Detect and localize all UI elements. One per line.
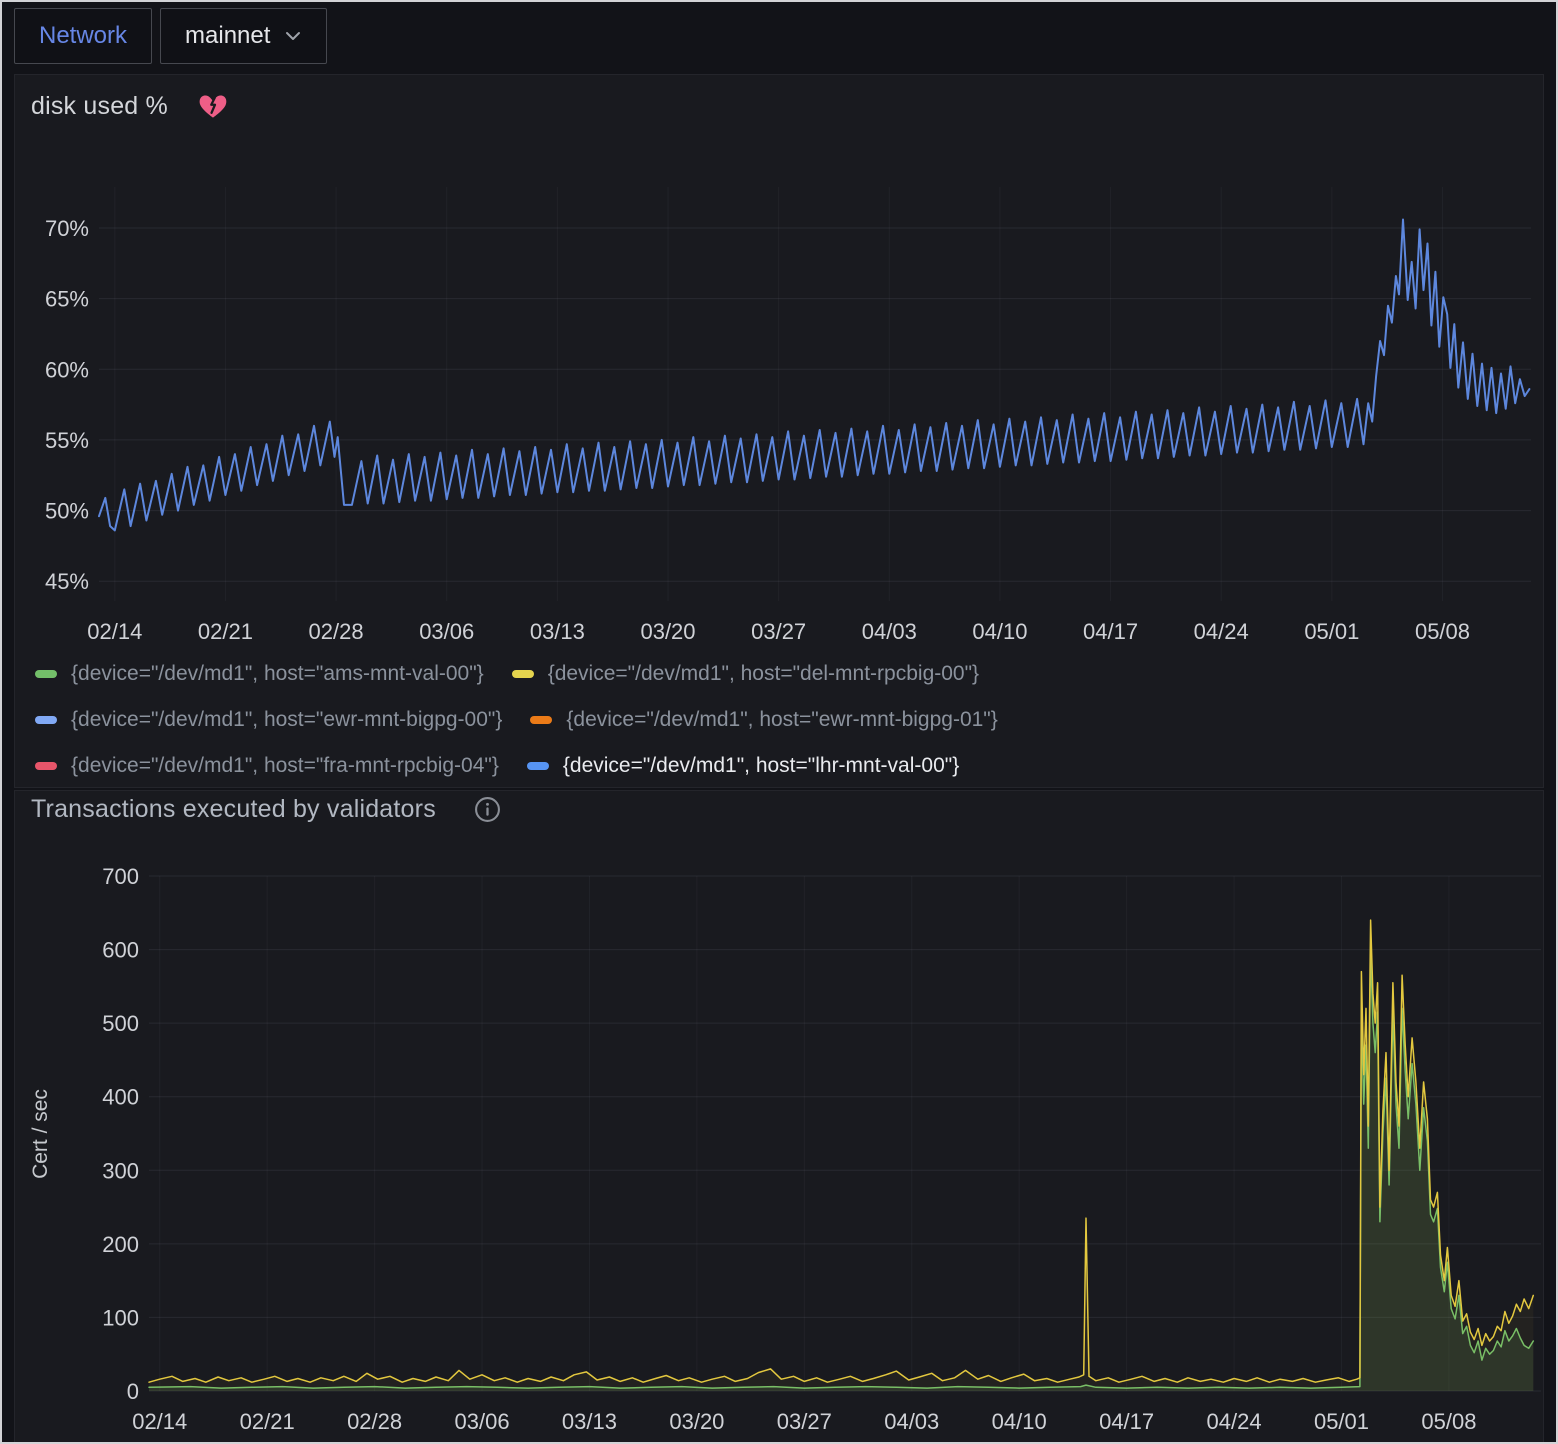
x-axis-tick-label: 04/17 [1083, 619, 1138, 644]
y-axis-tick-label: 600 [102, 938, 139, 963]
x-axis-tick-label: 04/10 [992, 1409, 1047, 1434]
legend-swatch [35, 670, 57, 678]
x-axis-tick-label: 04/03 [862, 619, 917, 644]
legend-item[interactable]: {device="/dev/md1", host="fra-mnt-rpcbig… [35, 754, 499, 778]
x-axis-tick-label: 04/24 [1194, 619, 1249, 644]
chevron-down-icon [284, 30, 302, 42]
panel-disk-used-header[interactable]: disk used % [31, 91, 228, 121]
legend-row: {device="/dev/md1", host="ams-mnt-val-00… [35, 651, 1026, 697]
x-axis-tick-label: 03/27 [777, 1409, 832, 1434]
panel-disk-used: disk used % 45% 50% 55% 60% 65% 70% 02/14 02/21… [14, 74, 1544, 788]
legend-label: {device="/dev/md1", host="lhr-mnt-val-00… [563, 754, 959, 778]
x-axis-tick-label: 04/10 [972, 619, 1027, 644]
x-axis-tick-label: 02/28 [309, 619, 364, 644]
panel-transactions-header[interactable]: Transactions executed by validators [31, 795, 501, 824]
y-axis-tick-label: 300 [102, 1158, 139, 1183]
x-axis-tick-label: 03/06 [419, 619, 474, 644]
info-circle-icon[interactable] [474, 796, 501, 823]
chart2-svg: 0 100 200 300 400 500 600 700 02/14 02/21 02/28 03/… [17, 856, 1545, 1443]
y-axis-tick-label: 70% [45, 216, 89, 241]
x-axis-tick-label: 03/13 [562, 1409, 617, 1434]
x-axis-tick-label: 04/24 [1207, 1409, 1262, 1434]
x-axis-tick-label: 03/20 [640, 619, 695, 644]
x-axis-tick-label: 03/20 [669, 1409, 724, 1434]
legend-label: {device="/dev/md1", host="ewr-mnt-bigpg-… [566, 708, 997, 732]
y-axis-tick-label: 0 [127, 1379, 139, 1404]
y-axis-tick-label: 100 [102, 1305, 139, 1330]
legend-label: {device="/dev/md1", host="ewr-mnt-bigpg-… [71, 708, 502, 732]
x-axis-tick-label: 03/13 [530, 619, 585, 644]
y-axis-tick-label: 45% [45, 569, 89, 594]
legend-label: {device="/dev/md1", host="ams-mnt-val-00… [71, 662, 484, 686]
x-axis-tick-label: 05/08 [1415, 619, 1470, 644]
legend-label: {device="/dev/md1", host="fra-mnt-rpcbig… [71, 754, 499, 778]
panel-title: disk used % [31, 92, 168, 121]
y-axis-tick-label: 700 [102, 864, 139, 889]
heart-break-icon [198, 91, 228, 121]
x-axis-tick-label: 05/01 [1314, 1409, 1369, 1434]
disk-used-chart[interactable]: 45% 50% 55% 60% 65% 70% 02/14 02/21 02/28 03/06 03… [17, 173, 1545, 650]
legend-swatch [527, 762, 549, 770]
series-line [149, 950, 1533, 1389]
legend-swatch [35, 762, 57, 770]
y-axis-tick-label: 200 [102, 1232, 139, 1257]
legend-swatch [530, 716, 552, 724]
legend-item[interactable]: {device="/dev/md1", host="del-mnt-rpcbig… [512, 662, 979, 686]
legend-item[interactable]: {device="/dev/md1", host="ams-mnt-val-00… [35, 662, 484, 686]
legend-item[interactable]: {device="/dev/md1", host="ewr-mnt-bigpg-… [530, 708, 997, 732]
legend-label: {device="/dev/md1", host="del-mnt-rpcbig… [548, 662, 979, 686]
network-variable-value: mainnet [185, 22, 270, 50]
x-axis-tick-label: 03/06 [455, 1409, 510, 1434]
transactions-chart[interactable]: 0 100 200 300 400 500 600 700 02/14 02/21 02/28 03/… [17, 856, 1545, 1444]
y-axis-tick-label: 65% [45, 287, 89, 312]
x-axis-tick-label: 05/08 [1421, 1409, 1476, 1434]
network-variable-dropdown[interactable]: mainnet [160, 8, 327, 64]
variable-controls: Network mainnet [14, 8, 327, 64]
panel-title: Transactions executed by validators [31, 795, 436, 824]
legend-swatch [35, 716, 57, 724]
y-axis-tick-label: 500 [102, 1011, 139, 1036]
x-axis-tick-label: 02/14 [87, 619, 142, 644]
disk-used-legend: {device="/dev/md1", host="ams-mnt-val-00… [35, 651, 1026, 789]
y-axis-tick-label: 55% [45, 428, 89, 453]
x-axis-tick-label: 04/03 [884, 1409, 939, 1434]
x-axis-tick-label: 02/14 [132, 1409, 187, 1434]
dashboard-screen: Network mainnet disk used % 45% 50% 55% 60%… [0, 0, 1558, 1444]
x-axis-tick-label: 02/21 [240, 1409, 295, 1434]
series-line [99, 220, 1529, 531]
x-axis-tick-label: 02/21 [198, 619, 253, 644]
y-axis-tick-label: 400 [102, 1085, 139, 1110]
legend-row: {device="/dev/md1", host="ewr-mnt-bigpg-… [35, 697, 1026, 743]
legend-swatch [512, 670, 534, 678]
legend-item[interactable]: {device="/dev/md1", host="ewr-mnt-bigpg-… [35, 708, 502, 732]
y-axis-title: Cert / sec [29, 1089, 52, 1179]
x-axis-tick-label: 03/27 [751, 619, 806, 644]
legend-item[interactable]: {device="/dev/md1", host="lhr-mnt-val-00… [527, 754, 959, 778]
panel-transactions: Transactions executed by validators 0 100… [14, 790, 1544, 1442]
y-axis-tick-label: 50% [45, 499, 89, 524]
x-axis-tick-label: 05/01 [1304, 619, 1359, 644]
x-axis-tick-label: 04/17 [1099, 1409, 1154, 1434]
y-axis-tick-label: 60% [45, 357, 89, 382]
series-area [149, 920, 1533, 1391]
chart1-svg: 45% 50% 55% 60% 65% 70% 02/14 02/21 02/28 03/06 03… [17, 173, 1545, 645]
network-variable-label: Network [39, 22, 127, 50]
series-line [149, 920, 1533, 1382]
legend-row: {device="/dev/md1", host="fra-mnt-rpcbig… [35, 743, 1026, 789]
x-axis-tick-label: 02/28 [347, 1409, 402, 1434]
network-variable-label-box: Network [14, 8, 152, 64]
